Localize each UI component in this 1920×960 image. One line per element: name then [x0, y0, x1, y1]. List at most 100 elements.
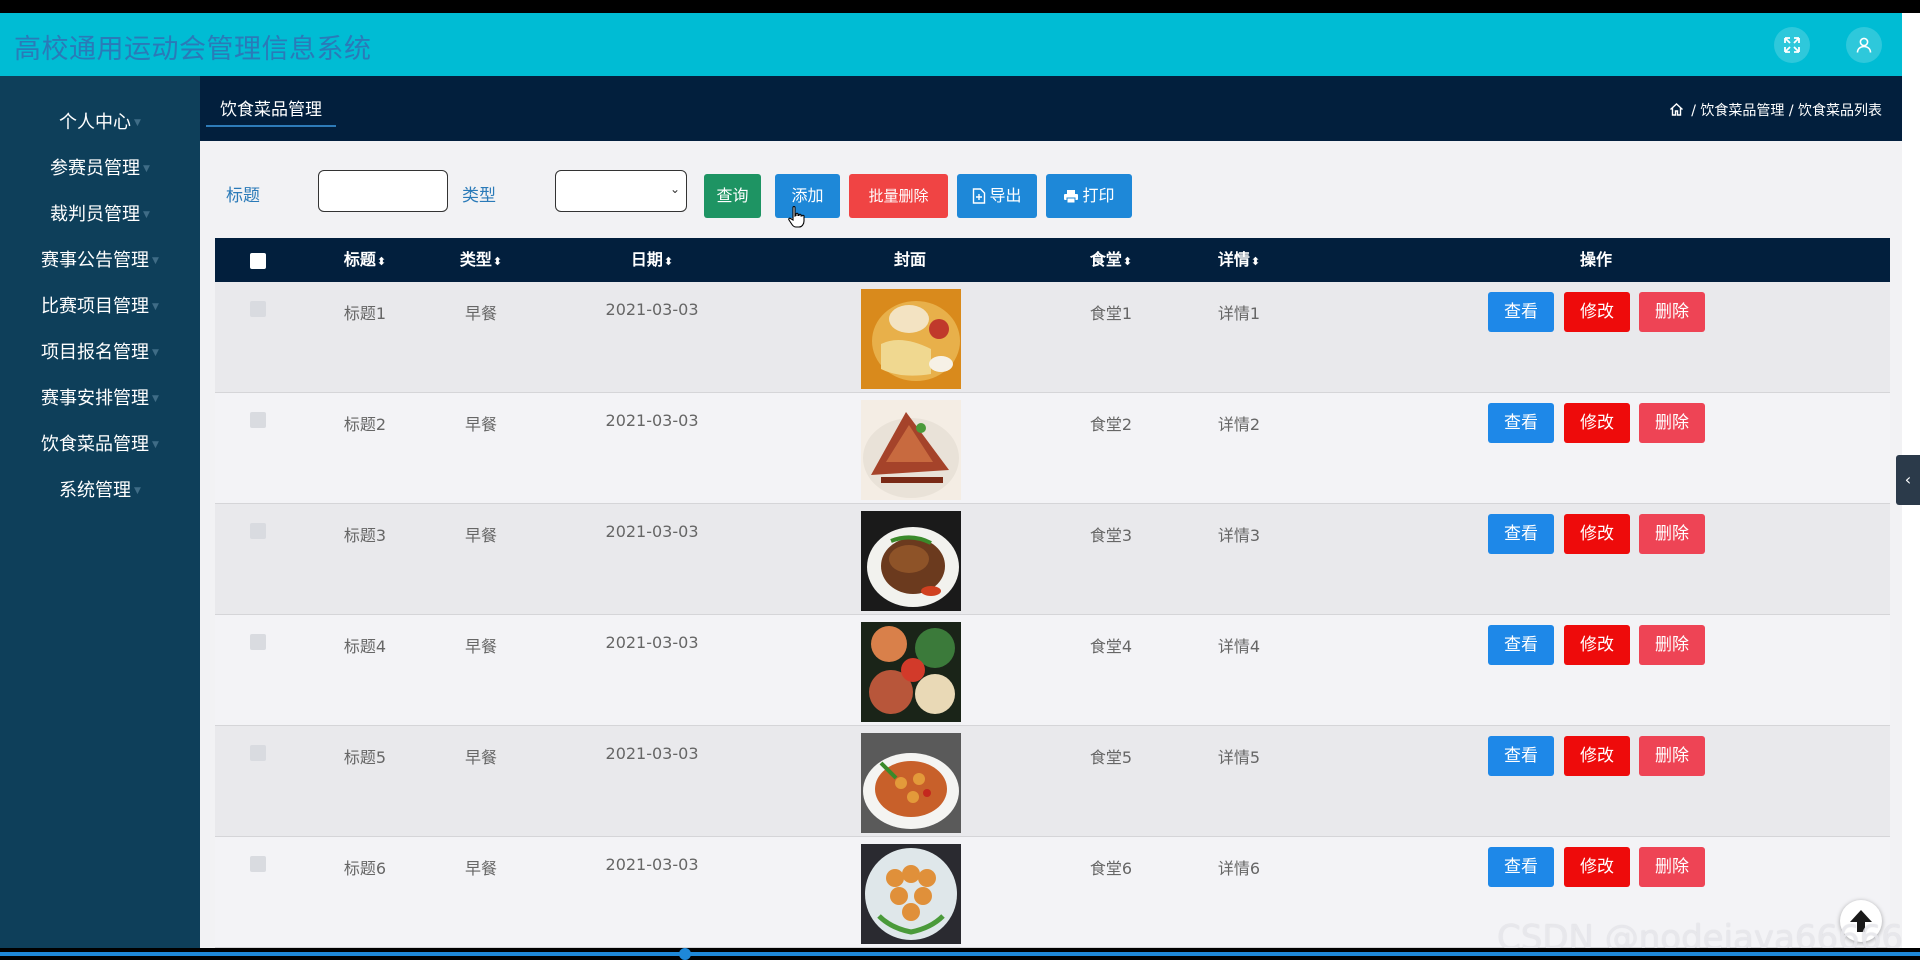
delete-button[interactable]: 删除: [1639, 847, 1705, 887]
cover-image: [861, 289, 961, 389]
print-button[interactable]: 打印: [1046, 174, 1132, 218]
breadcrumb-item-current: 饮食菜品列表: [1798, 103, 1882, 119]
sidebar-item-system-management[interactable]: 系统管理 ▼: [0, 468, 200, 514]
sidebar-item-label: 赛事公告管理: [41, 250, 150, 271]
cell-detail: 详情5: [1217, 748, 1261, 767]
title-search-label: 标题: [226, 186, 260, 206]
row-checkbox[interactable]: [250, 412, 266, 428]
column-header-canteen[interactable]: 食堂⬍: [1090, 238, 1132, 282]
table-row: 标题2 早餐 2021-03-03 食堂2 详情2 查看 修改 删除: [215, 393, 1890, 504]
cover-image: [861, 733, 961, 833]
breadcrumb-item[interactable]: 饮食菜品管理: [1700, 103, 1784, 119]
sidebar-item-label: 饮食菜品管理: [41, 434, 150, 455]
delete-button[interactable]: 删除: [1639, 403, 1705, 443]
table-row: 标题5 早餐 2021-03-03 食堂5 详情5 查看 修改 删除: [215, 726, 1890, 837]
sort-icon[interactable]: ⬍: [493, 255, 502, 268]
row-checkbox[interactable]: [250, 301, 266, 317]
sidebar-item-contestant-management[interactable]: 参赛员管理 ▼: [0, 146, 200, 192]
row-checkbox[interactable]: [250, 523, 266, 539]
cell-canteen: 食堂4: [1089, 637, 1133, 656]
top-bar: 高校通用运动会管理信息系统: [0, 13, 1902, 76]
edit-button[interactable]: 修改: [1564, 736, 1630, 776]
breadcrumb: / 饮食菜品管理 / 饮食菜品列表: [1669, 100, 1882, 120]
sort-icon[interactable]: ⬍: [664, 255, 673, 268]
caret-down-icon: ▼: [152, 440, 159, 450]
cell-type: 早餐: [464, 415, 498, 434]
title-search-input[interactable]: [318, 170, 448, 212]
cover-image: [861, 622, 961, 722]
page-tab[interactable]: 饮食菜品管理: [206, 95, 336, 127]
row-checkbox[interactable]: [250, 634, 266, 650]
cell-title: 标题3: [343, 526, 387, 545]
cell-canteen: 食堂3: [1089, 526, 1133, 545]
cell-title: 标题1: [343, 304, 387, 323]
cell-canteen: 食堂2: [1089, 415, 1133, 434]
column-header-cover: 封面: [893, 250, 927, 269]
view-button[interactable]: 查看: [1488, 514, 1554, 554]
cell-type: 早餐: [464, 859, 498, 878]
sidebar: 个人中心 ▼ 参赛员管理 ▼ 裁判员管理 ▼ 赛事公告管理 ▼ 比赛项目管理 ▼ 项目报名…: [0, 76, 200, 948]
view-button[interactable]: 查看: [1488, 847, 1554, 887]
row-checkbox[interactable]: [250, 745, 266, 761]
export-label: 导出: [989, 186, 1022, 205]
watermark: CSDN @nodejava666666: [1497, 918, 1902, 948]
view-button[interactable]: 查看: [1488, 403, 1554, 443]
edit-button[interactable]: 修改: [1564, 847, 1630, 887]
view-button[interactable]: 查看: [1488, 625, 1554, 665]
caret-down-icon: ▼: [143, 164, 150, 174]
progress-handle[interactable]: [679, 948, 691, 960]
table-row: 标题3 早餐 2021-03-03 食堂3 详情3 查看 修改 删除: [215, 504, 1890, 615]
page-header: 饮食菜品管理 / 饮食菜品管理 / 饮食菜品列表: [200, 76, 1902, 141]
food-table: 标题⬍ 类型⬍ 日期⬍ 封面 食堂⬍ 详情⬍ 操作 标题1 早餐 2021-03…: [215, 238, 1890, 948]
sidebar-item-food-management[interactable]: 饮食菜品管理 ▼: [0, 422, 200, 468]
sort-icon[interactable]: ⬍: [1123, 255, 1132, 268]
cell-canteen: 食堂5: [1089, 748, 1133, 767]
edit-button[interactable]: 修改: [1564, 625, 1630, 665]
delete-button[interactable]: 删除: [1639, 625, 1705, 665]
row-checkbox[interactable]: [250, 856, 266, 872]
collapse-panel-button[interactable]: ‹: [1896, 455, 1920, 505]
edit-button[interactable]: 修改: [1564, 403, 1630, 443]
sidebar-item-registration-management[interactable]: 项目报名管理 ▼: [0, 330, 200, 376]
caret-down-icon: ▼: [143, 210, 150, 220]
delete-button[interactable]: 删除: [1639, 292, 1705, 332]
select-all-checkbox[interactable]: [250, 253, 266, 269]
cell-date: 2021-03-03: [605, 633, 699, 652]
column-header-date[interactable]: 日期⬍: [631, 238, 673, 282]
fullscreen-button[interactable]: [1774, 27, 1810, 63]
home-icon[interactable]: [1669, 102, 1684, 117]
delete-button[interactable]: 删除: [1639, 514, 1705, 554]
cell-detail: 详情2: [1217, 415, 1261, 434]
add-button[interactable]: 添加: [775, 174, 840, 218]
hand-cursor-icon: [788, 206, 805, 228]
column-header-title[interactable]: 标题⬍: [344, 238, 386, 282]
column-header-detail[interactable]: 详情⬍: [1218, 238, 1260, 282]
sidebar-item-personal-center[interactable]: 个人中心 ▼: [0, 100, 200, 146]
sidebar-item-schedule-management[interactable]: 赛事安排管理 ▼: [0, 376, 200, 422]
edit-button[interactable]: 修改: [1564, 292, 1630, 332]
cell-date: 2021-03-03: [605, 522, 699, 541]
sort-icon[interactable]: ⬍: [377, 255, 386, 268]
cell-date: 2021-03-03: [605, 411, 699, 430]
type-select[interactable]: ⌄: [555, 170, 687, 212]
sort-icon[interactable]: ⬍: [1251, 255, 1260, 268]
cell-detail: 详情3: [1217, 526, 1261, 545]
progress-line: [0, 952, 1920, 956]
batch-delete-button[interactable]: 批量删除: [849, 174, 948, 218]
bottom-progress: [0, 948, 1920, 960]
sidebar-item-referee-management[interactable]: 裁判员管理 ▼: [0, 192, 200, 238]
sidebar-item-event-management[interactable]: 比赛项目管理 ▼: [0, 284, 200, 330]
view-button[interactable]: 查看: [1488, 736, 1554, 776]
cell-type: 早餐: [464, 304, 498, 323]
column-header-type[interactable]: 类型⬍: [460, 238, 502, 282]
view-button[interactable]: 查看: [1488, 292, 1554, 332]
breadcrumb-separator: /: [1691, 103, 1696, 119]
query-button[interactable]: 查询: [704, 174, 761, 218]
cell-title: 标题2: [343, 415, 387, 434]
delete-button[interactable]: 删除: [1639, 736, 1705, 776]
edit-button[interactable]: 修改: [1564, 514, 1630, 554]
sidebar-item-announcement-management[interactable]: 赛事公告管理 ▼: [0, 238, 200, 284]
user-button[interactable]: [1846, 27, 1882, 63]
export-button[interactable]: 导出: [957, 174, 1037, 218]
cell-type: 早餐: [464, 526, 498, 545]
